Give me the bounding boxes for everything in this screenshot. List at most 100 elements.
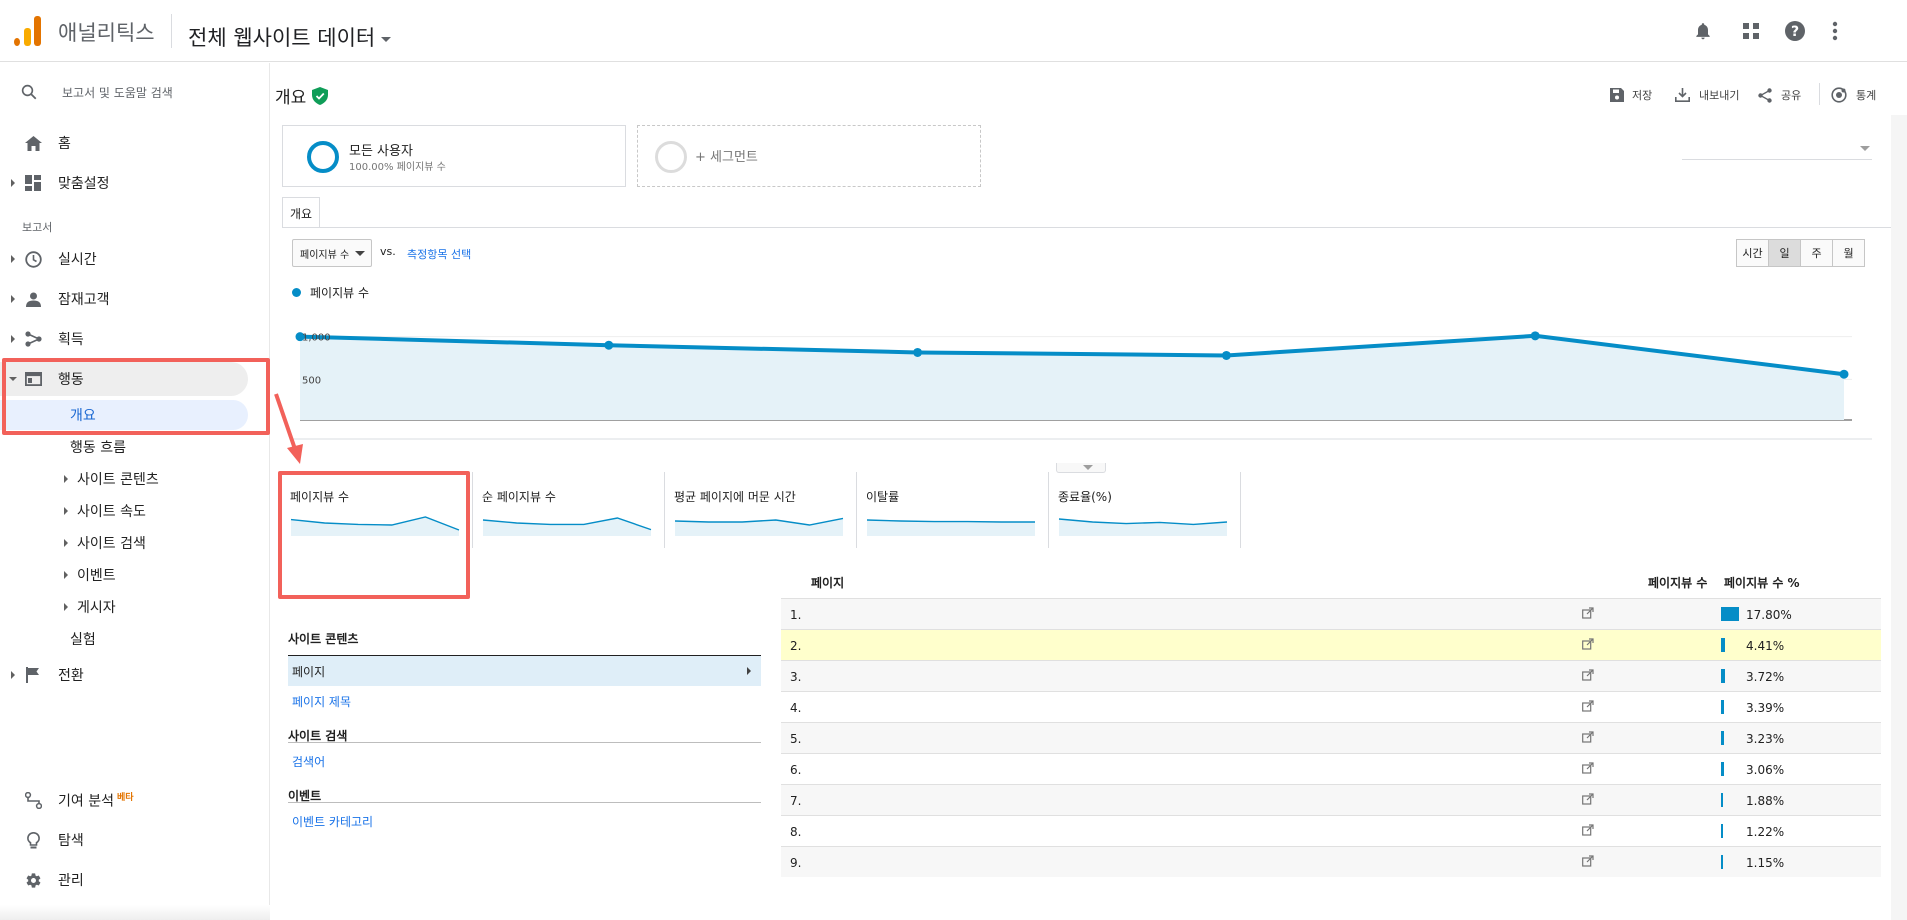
period-month-button[interactable]: 월 <box>1832 239 1865 267</box>
sidebar-item-audience[interactable]: 잠재고객 <box>0 282 248 316</box>
share-label: 공유 <box>1781 89 1802 102</box>
property-selector[interactable]: 전체 웹사이트 데이터 <box>188 22 392 52</box>
sidebar-item-publisher[interactable]: 게시자 <box>0 592 248 622</box>
open-external-icon[interactable] <box>1582 793 1594 805</box>
sidebar-item-home[interactable]: 홈 <box>0 126 248 160</box>
open-external-icon[interactable] <box>1582 638 1594 650</box>
col-pageviews-header[interactable]: 페이지뷰 수 <box>1648 574 1707 591</box>
expand-arrow-icon <box>64 539 68 547</box>
more-vert-icon[interactable] <box>1823 19 1847 43</box>
open-external-icon[interactable] <box>1582 700 1594 712</box>
segment-all-users[interactable]: 모든 사용자 100.00% 페이지뷰 수 <box>282 125 626 187</box>
percent-value: 3.23% <box>1746 732 1785 746</box>
sidebar-item-realtime[interactable]: 실시간 <box>0 242 248 276</box>
table-row[interactable]: 1. 17.80% <box>781 598 1881 629</box>
open-external-icon[interactable] <box>1582 607 1594 619</box>
sidebar-item-label: 맞춤설정 <box>58 176 110 192</box>
expand-arrow-icon <box>64 507 68 515</box>
site-content-heading: 사이트 콘텐츠 <box>288 632 359 646</box>
table-row[interactable]: 4. 3.39% <box>781 691 1881 722</box>
table-row[interactable]: 3. 3.72% <box>781 660 1881 691</box>
sparkline-card[interactable]: 순 페이지뷰 수 <box>473 470 663 547</box>
percent-value: 1.15% <box>1746 856 1785 870</box>
page-title-link[interactable]: 페이지 제목 <box>292 693 351 710</box>
sidebar-item-conversions[interactable]: 전환 <box>0 658 248 692</box>
percent-bar <box>1721 669 1725 683</box>
table-row[interactable]: 5. 3.23% <box>781 722 1881 753</box>
sidebar-item-behavior-flow[interactable]: 행동 흐름 <box>0 432 248 462</box>
select-metric-link[interactable]: 측정항목 선택 <box>407 246 471 262</box>
table-row[interactable]: 6. 3.06% <box>781 753 1881 784</box>
sidebar-item-discover[interactable]: 탐색 <box>0 823 248 857</box>
sidebar-item-experiments[interactable]: 실험 <box>0 624 248 654</box>
search-icon <box>21 84 37 100</box>
page-title: 개요 <box>275 88 307 108</box>
table-row[interactable]: 7. 1.88% <box>781 784 1881 815</box>
table-header: 페이지 페이지뷰 수 페이지뷰 수 % <box>781 574 1881 592</box>
period-week-button[interactable]: 주 <box>1800 239 1833 267</box>
search-term-link[interactable]: 검색어 <box>292 753 325 770</box>
open-external-icon[interactable] <box>1582 762 1594 774</box>
data-point[interactable] <box>1530 331 1540 341</box>
add-segment-button[interactable]: + 세그먼트 <box>637 125 981 187</box>
table-row[interactable]: 2. 4.41% <box>781 629 1881 660</box>
verified-shield-icon <box>312 86 329 105</box>
gear-icon <box>24 871 42 889</box>
sidebar-item-label: 실험 <box>70 632 96 648</box>
page-dimension-row[interactable]: 페이지 <box>288 656 761 686</box>
table-row[interactable]: 9. 1.15% <box>781 846 1881 877</box>
annotation-highlight-behavior <box>2 358 270 435</box>
sidebar-item-site-content[interactable]: 사이트 콘텐츠 <box>0 464 248 494</box>
events-divider <box>288 802 761 803</box>
site-search-divider <box>288 742 761 743</box>
segment-subtitle: 100.00% 페이지뷰 수 <box>349 162 446 173</box>
sidebar-item-admin[interactable]: 관리 <box>0 863 248 897</box>
sidebar-item-label: 실시간 <box>58 252 97 268</box>
period-hour-button[interactable]: 시간 <box>1736 239 1769 267</box>
sidebar-item-label: 사이트 검색 <box>77 536 146 552</box>
help-icon[interactable]: ? <box>1783 19 1807 43</box>
share-action[interactable]: 공유 <box>1758 87 1801 103</box>
report-panel: 모든 사용자 100.00% 페이지뷰 수 + 세그먼트 개요 페이지뷰 수 v… <box>271 115 1891 920</box>
sidebar-item-site-speed[interactable]: 사이트 속도 <box>0 496 248 526</box>
sparkline-label: 종료율(%) <box>1058 490 1112 504</box>
sidebar-item-site-search[interactable]: 사이트 검색 <box>0 528 248 558</box>
open-external-icon[interactable] <box>1582 824 1594 836</box>
col-pct-header: 페이지뷰 수 % <box>1724 576 1800 590</box>
sidebar-item-attribution[interactable]: 기여 분석 베타 <box>0 783 248 817</box>
tab-overview[interactable]: 개요 <box>282 197 320 228</box>
metric-dropdown[interactable]: 페이지뷰 수 <box>292 239 372 267</box>
date-range-selector[interactable] <box>1682 138 1872 160</box>
open-external-icon[interactable] <box>1582 855 1594 867</box>
notifications-bell-icon[interactable] <box>1691 19 1715 43</box>
sparkline-card[interactable]: 평균 페이지에 머문 시간 <box>665 470 855 547</box>
sidebar-item-events[interactable]: 이벤트 <box>0 560 248 590</box>
sidebar-bottom-shadow <box>0 905 270 920</box>
sparkline-card[interactable]: 종료율(%) <box>1049 470 1239 547</box>
annotation-highlight-pageviews <box>278 471 470 599</box>
person-icon <box>24 290 42 308</box>
open-external-icon[interactable] <box>1582 669 1594 681</box>
expand-arrow-icon <box>11 335 15 343</box>
data-point[interactable] <box>1221 350 1231 360</box>
apps-grid-icon[interactable] <box>1739 19 1763 43</box>
svg-text:?: ? <box>1791 24 1799 40</box>
table-row[interactable]: 8. 1.22% <box>781 815 1881 846</box>
dashboard-icon <box>24 174 42 192</box>
chevron-down-icon <box>355 251 365 256</box>
data-point[interactable] <box>1839 369 1849 379</box>
sidebar-search[interactable]: 보고서 및 도움말 검색 <box>20 83 173 101</box>
event-category-link[interactable]: 이벤트 카테고리 <box>292 813 373 830</box>
open-external-icon[interactable] <box>1582 731 1594 743</box>
data-point[interactable] <box>913 347 923 357</box>
sidebar-item-acquisition[interactable]: 획득 <box>0 322 248 356</box>
clock-icon <box>24 250 42 268</box>
save-action[interactable]: 저장 <box>1610 87 1652 103</box>
insights-action[interactable]: 통계 <box>1831 87 1876 103</box>
expand-arrow-icon <box>11 671 15 679</box>
data-point[interactable] <box>604 340 614 350</box>
sidebar-item-customization[interactable]: 맞춤설정 <box>0 166 248 200</box>
export-action[interactable]: 내보내기 <box>1675 87 1739 103</box>
period-day-button[interactable]: 일 <box>1768 239 1801 267</box>
sparkline-card[interactable]: 이탈률 <box>857 470 1047 547</box>
